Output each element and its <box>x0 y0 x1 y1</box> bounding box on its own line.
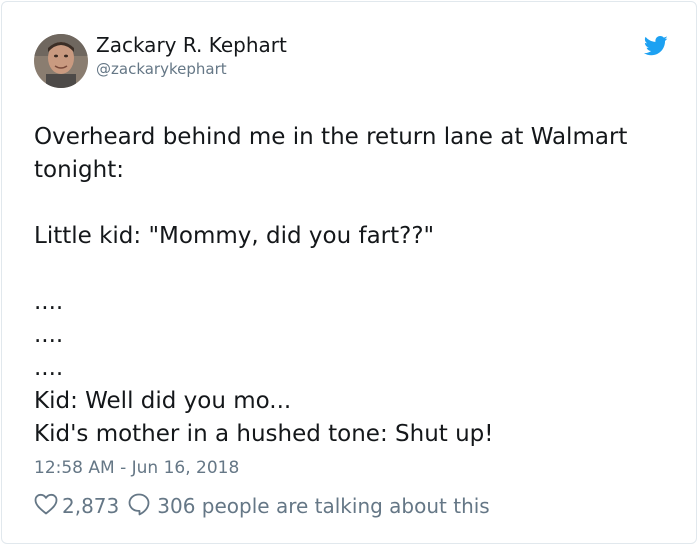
heart-icon[interactable] <box>34 493 58 520</box>
tweet-line: Overheard behind me in the return lane a… <box>34 124 628 150</box>
tweet-line: Kid's mother in a hushed tone: Shut up! <box>34 421 494 447</box>
tweet-footer: 2,873 306 people are talking about this <box>34 492 490 520</box>
tweet-line: .... <box>34 322 64 348</box>
author-name[interactable]: Zackary R. Kephart <box>96 33 287 57</box>
twitter-bird-icon[interactable] <box>643 36 668 56</box>
tweet-line: Little kid: "Mommy, did you fart??" <box>34 223 435 249</box>
avatar[interactable] <box>34 34 88 88</box>
tweet-line: Kid: Well did you mo... <box>34 388 292 414</box>
author-handle[interactable]: @zackarykephart <box>96 60 227 78</box>
like-count[interactable]: 2,873 <box>62 494 119 518</box>
tweet-card: Zackary R. Kephart @zackarykephart Overh… <box>1 1 697 544</box>
speech-bubble-icon[interactable] <box>127 492 151 521</box>
tweet-line: .... <box>34 289 64 315</box>
avatar-photo <box>34 34 88 88</box>
conversation-count[interactable]: 306 people are talking about this <box>157 494 489 518</box>
tweet-text: Overheard behind me in the return lane a… <box>34 121 684 451</box>
tweet-line: tonight: <box>34 157 125 183</box>
tweet-line: .... <box>34 355 64 381</box>
tweet-timestamp[interactable]: 12:58 AM - Jun 16, 2018 <box>34 458 239 478</box>
